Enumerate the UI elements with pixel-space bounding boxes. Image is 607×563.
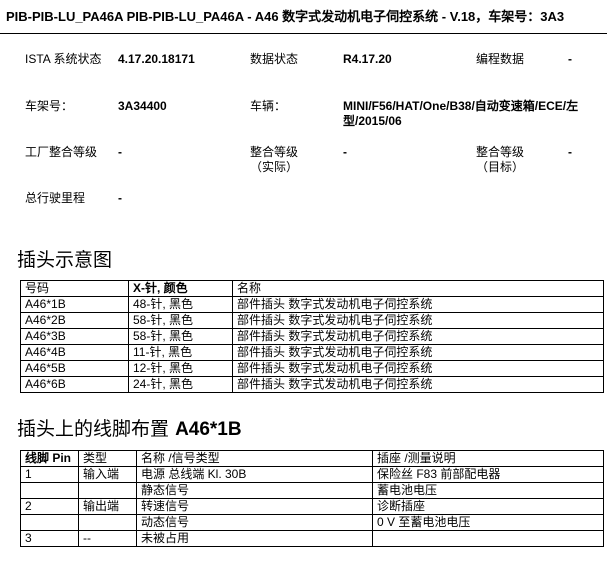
target-level-label: 整合等级（目标） bbox=[476, 145, 525, 174]
col-pin-header: 线脚 Pin bbox=[20, 450, 79, 467]
connector-name: 部件插头 数字式发动机电子伺控系统 bbox=[232, 360, 604, 377]
factory-level-value: - bbox=[118, 145, 122, 159]
vin-label: 车架号： bbox=[25, 99, 74, 113]
table-row: A46*4B 11-针, 黑色 部件插头 数字式发动机电子伺控系统 bbox=[20, 344, 604, 361]
data-status-label: 数据状态 bbox=[250, 52, 299, 66]
vehicle-value: MINI/F56/HAT/One/B38/自动变速箱/ECE/左型/2015/0… bbox=[343, 99, 579, 128]
col-pins-header: X-针, 颜色 bbox=[128, 280, 233, 297]
pin-socket bbox=[372, 530, 604, 547]
connector-name: 部件插头 数字式发动机电子伺控系统 bbox=[232, 296, 604, 313]
connector-number: A46*1B bbox=[20, 296, 129, 313]
table-row: A46*1B 48-针, 黑色 部件插头 数字式发动机电子伺控系统 bbox=[20, 296, 604, 313]
table-row: 动态信号 0 V 至蓄电池电压 bbox=[20, 514, 604, 531]
factory-level-label: 工厂整合等级 bbox=[25, 145, 98, 159]
col-signal-header: 名称 /信号类型 bbox=[136, 450, 373, 467]
pin-table: 线脚 Pin 类型 名称 /信号类型 插座 /测量说明 1 输入端 电源 总线端… bbox=[20, 450, 604, 547]
col-type-header: 类型 bbox=[78, 450, 137, 467]
table-row: 1 输入端 电源 总线端 Kl. 30B 保险丝 F83 前部配电器 bbox=[20, 466, 604, 483]
pin-number bbox=[20, 482, 79, 499]
connector-pins: 12-针, 黑色 bbox=[128, 360, 233, 377]
col-number-header: 号码 bbox=[20, 280, 129, 297]
connector-pins: 24-针, 黑色 bbox=[128, 376, 233, 393]
pin-table-header: 线脚 Pin 类型 名称 /信号类型 插座 /测量说明 bbox=[20, 450, 604, 467]
pin-type: 输入端 bbox=[78, 466, 137, 483]
actual-level-value: - bbox=[343, 145, 347, 159]
connector-name: 部件插头 数字式发动机电子伺控系统 bbox=[232, 328, 604, 345]
table-row: A46*2B 58-针, 黑色 部件插头 数字式发动机电子伺控系统 bbox=[20, 312, 604, 329]
connector-pins: 58-针, 黑色 bbox=[128, 328, 233, 345]
pin-number bbox=[20, 514, 79, 531]
table-row: 2 输出端 转速信号 诊断插座 bbox=[20, 498, 604, 515]
pin-number: 1 bbox=[20, 466, 79, 483]
mileage-value: - bbox=[118, 191, 122, 205]
pin-socket: 蓄电池电压 bbox=[372, 482, 604, 499]
data-status-value: R4.17.20 bbox=[343, 52, 392, 66]
table-row: 静态信号 蓄电池电压 bbox=[20, 482, 604, 499]
pin-signal: 电源 总线端 Kl. 30B bbox=[136, 466, 373, 483]
connector-number: A46*6B bbox=[20, 376, 129, 393]
actual-level-label: 整合等级（实际） bbox=[250, 145, 299, 174]
pin-type: -- bbox=[78, 530, 137, 547]
col-name-header: 名称 bbox=[232, 280, 604, 297]
col-pin-header-text: 线脚 Pin bbox=[25, 451, 72, 465]
connector-table-header: 号码 X-针, 颜色 名称 bbox=[20, 280, 604, 297]
connector-pins: 11-针, 黑色 bbox=[128, 344, 233, 361]
pin-signal: 动态信号 bbox=[136, 514, 373, 531]
pin-section-title: 插头上的线脚布置 A46*1B bbox=[17, 414, 242, 441]
pin-section-title-text: 插头上的线脚布置 bbox=[17, 418, 170, 440]
connector-section-title: 插头示意图 bbox=[17, 249, 113, 271]
table-row: A46*3B 58-针, 黑色 部件插头 数字式发动机电子伺控系统 bbox=[20, 328, 604, 345]
ista-label: ISTA 系统状态 bbox=[25, 52, 102, 66]
connector-name: 部件插头 数字式发动机电子伺控系统 bbox=[232, 376, 604, 393]
connector-number: A46*5B bbox=[20, 360, 129, 377]
pin-type bbox=[78, 514, 137, 531]
target-level-value: - bbox=[568, 145, 572, 159]
ista-value: 4.17.20.18171 bbox=[118, 52, 195, 66]
pin-socket: 诊断插座 bbox=[372, 498, 604, 515]
pin-socket: 保险丝 F83 前部配电器 bbox=[372, 466, 604, 483]
table-row: A46*5B 12-针, 黑色 部件插头 数字式发动机电子伺控系统 bbox=[20, 360, 604, 377]
vin-value: 3A34400 bbox=[118, 99, 167, 113]
prog-data-value: - bbox=[568, 52, 572, 66]
pin-signal: 未被占用 bbox=[136, 530, 373, 547]
connector-number: A46*4B bbox=[20, 344, 129, 361]
pin-socket: 0 V 至蓄电池电压 bbox=[372, 514, 604, 531]
connector-pins: 48-针, 黑色 bbox=[128, 296, 233, 313]
pin-type: 输出端 bbox=[78, 498, 137, 515]
prog-data-label: 编程数据 bbox=[476, 52, 525, 66]
table-row: A46*6B 24-针, 黑色 部件插头 数字式发动机电子伺控系统 bbox=[20, 376, 604, 393]
pin-signal: 静态信号 bbox=[136, 482, 373, 499]
pin-type bbox=[78, 482, 137, 499]
pin-number: 2 bbox=[20, 498, 79, 515]
connector-name: 部件插头 数字式发动机电子伺控系统 bbox=[232, 344, 604, 361]
page-header: PIB-PIB-LU_PA46A PIB-PIB-LU_PA46A - A46 … bbox=[6, 9, 565, 24]
pin-section-title-code: A46*1B bbox=[175, 419, 242, 440]
table-row: 3 -- 未被占用 bbox=[20, 530, 604, 547]
pin-number: 3 bbox=[20, 530, 79, 547]
connector-name: 部件插头 数字式发动机电子伺控系统 bbox=[232, 312, 604, 329]
connector-pins: 58-针, 黑色 bbox=[128, 312, 233, 329]
vehicle-label: 车辆： bbox=[250, 99, 287, 113]
mileage-label: 总行驶里程 bbox=[25, 191, 86, 205]
connector-number: A46*2B bbox=[20, 312, 129, 329]
col-socket-header: 插座 /测量说明 bbox=[372, 450, 604, 467]
connector-number: A46*3B bbox=[20, 328, 129, 345]
pin-signal: 转速信号 bbox=[136, 498, 373, 515]
header-divider bbox=[0, 33, 607, 34]
connector-table: 号码 X-针, 颜色 名称 A46*1B 48-针, 黑色 部件插头 数字式发动… bbox=[20, 280, 604, 393]
